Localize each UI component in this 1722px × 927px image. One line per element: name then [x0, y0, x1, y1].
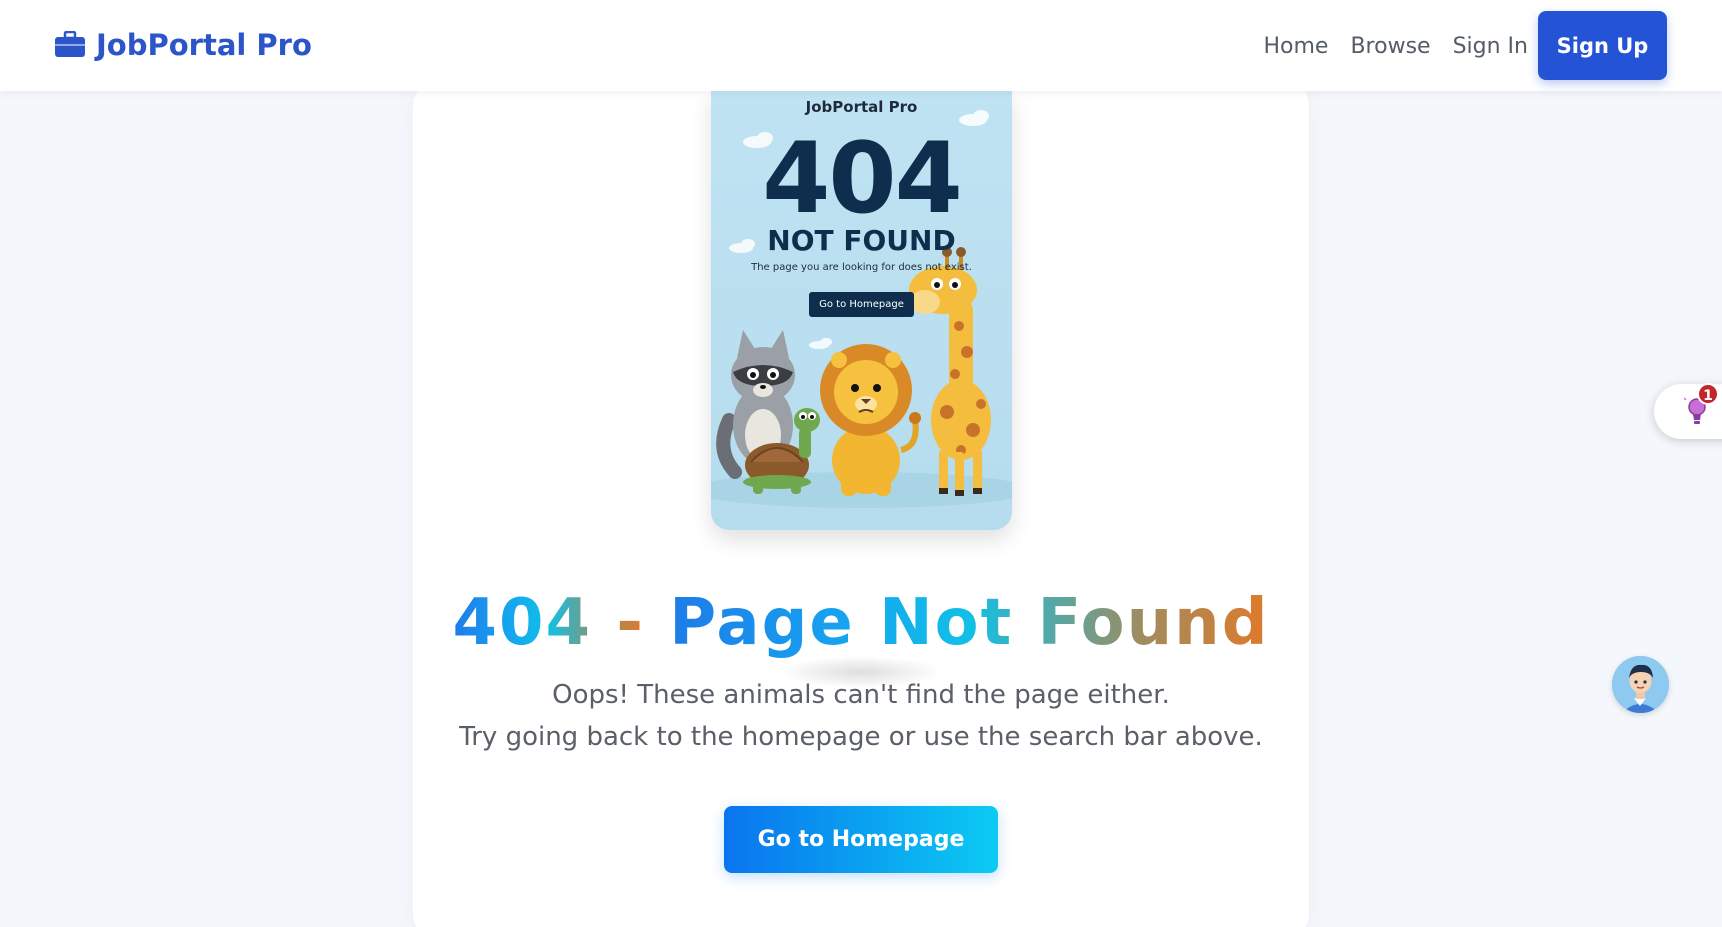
brand-logo[interactable]: JobPortal Pro: [54, 24, 312, 66]
nav-signin-link[interactable]: Sign In: [1453, 34, 1528, 59]
illustration-subtitle: The page you are looking for does not ex…: [751, 262, 972, 273]
go-to-homepage-button[interactable]: Go to Homepage: [724, 806, 998, 873]
giraffe-illustration: [909, 247, 991, 496]
illustration-homepage-button: Go to Homepage: [809, 292, 914, 317]
page-title: 404 - Page Not Found: [413, 583, 1309, 663]
nav-browse-link[interactable]: Browse: [1350, 34, 1430, 59]
briefcase-icon: [55, 31, 85, 57]
headline-code: 404 -: [452, 586, 645, 660]
nav-home-link[interactable]: Home: [1264, 34, 1329, 59]
nav-links: Home Browse Sign In: [1264, 26, 1529, 66]
illustration-brand: JobPortal Pro: [805, 98, 918, 116]
description-line-2: Try going back to the homepage or use th…: [459, 722, 1263, 752]
brand-name: JobPortal Pro: [96, 28, 312, 62]
sign-up-button[interactable]: Sign Up: [1538, 11, 1667, 80]
headline-text: Page Not Found: [669, 586, 1270, 660]
notification-badge: 1: [1697, 383, 1719, 405]
support-agent-avatar-icon: [1612, 656, 1669, 713]
illustration-not-found-title: NOT FOUND: [767, 224, 956, 257]
support-chat-avatar[interactable]: [1612, 656, 1669, 713]
top-navbar: JobPortal Pro Home Browse Sign In Sign U…: [0, 0, 1722, 91]
not-found-illustration: JobPortal Pro 404 NOT FOUND The page you…: [711, 90, 1012, 530]
illustration-404-code: 404: [762, 122, 963, 236]
description-line-1: Oops! These animals can't find the page …: [552, 680, 1170, 710]
